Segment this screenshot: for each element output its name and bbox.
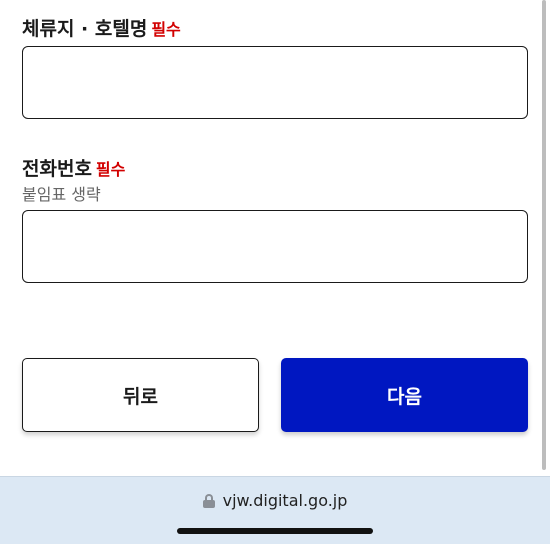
required-badge: 필수 [95, 160, 126, 179]
home-indicator[interactable] [177, 528, 373, 534]
phone-label-text: 전화번호 [22, 158, 92, 180]
hotel-label-text: 체류지 · 호텔명 [22, 18, 148, 40]
phone-field-label: 전화번호 필수 [22, 154, 125, 181]
phone-number-input[interactable] [22, 210, 528, 283]
required-badge: 필수 [151, 20, 181, 39]
browser-address-bar: vjw.digital.go.jp [0, 476, 550, 544]
lock-icon [202, 493, 215, 508]
back-button[interactable]: 뒤로 [22, 358, 259, 432]
phone-hint: 붙임표 생략 [22, 185, 101, 204]
hotel-name-input[interactable] [22, 46, 528, 119]
next-button[interactable]: 다음 [281, 358, 528, 432]
url-text: vjw.digital.go.jp [222, 491, 348, 510]
hotel-field-label: 체류지 · 호텔명 필수 [22, 14, 181, 41]
page-scrollbar[interactable] [542, 0, 546, 470]
url-display[interactable]: vjw.digital.go.jp [0, 491, 550, 510]
